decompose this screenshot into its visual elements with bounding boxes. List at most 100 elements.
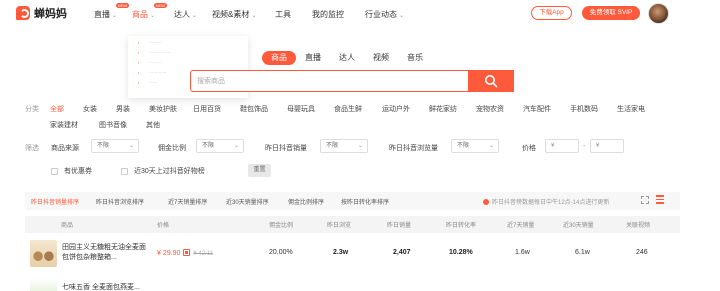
search-button[interactable] bbox=[468, 70, 514, 92]
list-view-icon[interactable] bbox=[656, 195, 664, 206]
category-item[interactable]: 鞋包饰品 bbox=[240, 104, 268, 114]
nav-item-influencers[interactable]: 达人 ⌄ bbox=[174, 9, 197, 20]
category-item[interactable]: 美妆护肤 bbox=[149, 104, 177, 114]
sort-tab[interactable]: 昨日抖音浏览排序 bbox=[96, 197, 144, 206]
column-header[interactable]: 关联视频 bbox=[626, 220, 650, 229]
price-range-dash: - bbox=[583, 143, 586, 150]
logo[interactable]: 蝉妈妈 bbox=[16, 5, 67, 21]
search-tab-influencers[interactable]: 达人 bbox=[330, 51, 364, 65]
grid-view-icon[interactable] bbox=[641, 196, 649, 204]
category-item[interactable]: 食品生鲜 bbox=[334, 104, 362, 114]
product-name[interactable]: 七味五香 全麦面包燕麦... bbox=[62, 283, 148, 291]
column-header[interactable]: 佣金比例 bbox=[269, 220, 293, 229]
filter-label: 筛选 bbox=[25, 145, 39, 152]
views-filter-label: 昨日抖音浏览量 bbox=[389, 145, 438, 152]
nav-item-news[interactable]: 行业动态 ⌄ bbox=[365, 9, 404, 20]
category-label: 分类 bbox=[25, 106, 39, 113]
product-name[interactable]: 田园主义无糖粗无油全麦面包饼包杂粮整箱... bbox=[62, 243, 148, 263]
coupon-checkbox[interactable]: 有优惠券 bbox=[51, 166, 92, 176]
category-item[interactable]: 日用百货 bbox=[193, 104, 221, 114]
category-item[interactable]: 手机数码 bbox=[570, 104, 598, 114]
sort-tab[interactable]: 近7天销量排序 bbox=[168, 197, 207, 206]
category-item[interactable]: 女装 bbox=[83, 104, 97, 114]
table-row[interactable]: 田园主义无糖粗无油全麦面包饼包杂粮整箱... ¥ 29.90 ¥ 42.11 20… bbox=[25, 238, 680, 271]
table-row[interactable]: 七味五香 全麦面包燕麦... bbox=[25, 278, 680, 291]
nav-item-tools[interactable]: 工具 bbox=[275, 9, 291, 20]
top-navbar: 蝉妈妈 直播 ⌄ NEW 商品 ⌄ NEW 达人 ⌄ 视频&素材 ⌄ 工具 我的监控 行… bbox=[0, 0, 720, 28]
views-select[interactable]: 不限 ⌄ bbox=[451, 139, 499, 153]
product-image[interactable] bbox=[30, 240, 57, 267]
search-box bbox=[190, 70, 514, 92]
category-item[interactable]: 生活家电 bbox=[617, 104, 645, 114]
new-badge: NEW bbox=[153, 3, 168, 8]
nav-item-products[interactable]: 商品 ⌄ NEW bbox=[132, 3, 168, 20]
conversion-cell: 10.28% bbox=[449, 249, 473, 256]
nav-item-monitor[interactable]: 我的监控 bbox=[312, 9, 344, 20]
price-cell: ¥ 29.90 ¥ 42.11 bbox=[157, 249, 213, 257]
category-all[interactable]: 全部 bbox=[50, 104, 64, 114]
column-header[interactable]: 昨日转化率 bbox=[446, 220, 476, 229]
column-header: 商品 bbox=[61, 223, 74, 229]
chevron-down-icon: ⌄ bbox=[128, 143, 134, 149]
column-header[interactable]: 昨日销量 bbox=[387, 220, 411, 229]
column-header[interactable]: 昨日浏览 bbox=[327, 220, 351, 229]
sort-tab[interactable]: 近30天销量排序 bbox=[226, 197, 269, 206]
category-item[interactable]: 其他 bbox=[146, 120, 160, 130]
logo-icon bbox=[16, 6, 30, 20]
sort-tab[interactable]: 昨日抖音销量排序 bbox=[31, 197, 79, 206]
category-item[interactable]: 母婴玩具 bbox=[287, 104, 315, 114]
search-type-tabs: 商品 直播 达人 视频 音乐 bbox=[262, 51, 432, 65]
category-item[interactable]: 家装建材 bbox=[50, 120, 78, 130]
search-tab-videos[interactable]: 视频 bbox=[364, 51, 398, 65]
free-svip-button[interactable]: 免费领取 SVIP bbox=[582, 6, 640, 20]
commission-label: 佣金比例 bbox=[158, 145, 186, 152]
search-tab-music[interactable]: 音乐 bbox=[398, 51, 432, 65]
reset-button[interactable]: 重置 bbox=[248, 164, 271, 177]
commission-select[interactable]: 不限 ⌄ bbox=[196, 139, 244, 153]
sales30-cell: 6.1w bbox=[575, 249, 590, 256]
views-cell: 2.3w bbox=[333, 249, 349, 256]
search-icon bbox=[485, 75, 498, 88]
source-label: 商品来源 bbox=[51, 145, 79, 152]
price-min-input[interactable]: ¥ bbox=[545, 139, 579, 153]
category-item[interactable]: 鲜花家纺 bbox=[429, 104, 457, 114]
chevron-down-icon: ⌄ bbox=[233, 143, 239, 149]
search-tab-live[interactable]: 直播 bbox=[296, 51, 330, 65]
category-item[interactable]: 男装 bbox=[116, 104, 130, 114]
avatar[interactable] bbox=[648, 3, 669, 24]
sales-cell: 2,407 bbox=[393, 249, 411, 256]
brand-name: 蝉妈妈 bbox=[34, 8, 67, 20]
sales-select[interactable]: 不限 ⌄ bbox=[320, 139, 368, 153]
search-tab-products[interactable]: 商品 bbox=[262, 51, 296, 65]
current-price: ¥ 29.90 bbox=[157, 250, 181, 257]
chevron-down-icon: ⌄ bbox=[251, 13, 257, 19]
category-item[interactable]: 宠物农资 bbox=[476, 104, 504, 114]
product-image[interactable] bbox=[30, 278, 57, 291]
sort-bar: 昨日抖音销量排序 昨日抖音浏览排序 近7天销量排序 近30天销量排序 佣金比例排… bbox=[25, 192, 680, 210]
download-app-button[interactable]: 下载App bbox=[531, 6, 572, 20]
chevron-down-icon: ⌄ bbox=[150, 13, 156, 19]
price-max-input[interactable]: ¥ bbox=[590, 139, 624, 153]
source-select[interactable]: 不限 ⌄ bbox=[91, 139, 139, 153]
nav-item-videos[interactable]: 视频&素材 ⌄ bbox=[212, 9, 256, 20]
update-note: 昨日抖音榜数据每日中午12点-14点进行更新 bbox=[483, 197, 609, 206]
sort-tab[interactable]: 按昨日转化率排序 bbox=[341, 197, 389, 206]
sort-tab[interactable]: 佣金比例排序 bbox=[288, 197, 324, 206]
commission-cell: 20.00% bbox=[269, 249, 293, 256]
category-item[interactable]: 图书音像 bbox=[99, 120, 127, 130]
checkbox-icon bbox=[121, 167, 128, 175]
nav-item-live[interactable]: 直播 ⌄ NEW bbox=[94, 3, 130, 20]
hot-list-checkbox[interactable]: 近30天上过抖音好物榜 bbox=[121, 166, 205, 176]
chevron-down-icon: ⌄ bbox=[357, 143, 363, 149]
column-header[interactable]: 近30天销量 bbox=[563, 220, 594, 229]
search-input[interactable] bbox=[191, 71, 466, 91]
checkbox-icon bbox=[51, 167, 58, 175]
price-label: 价格 bbox=[522, 145, 536, 152]
new-badge: NEW bbox=[115, 3, 130, 8]
column-header[interactable]: 近7天销量 bbox=[507, 220, 534, 229]
douyin-icon bbox=[183, 249, 191, 256]
chevron-down-icon: ⌄ bbox=[399, 13, 405, 19]
videos-cell: 246 bbox=[636, 249, 648, 256]
category-item[interactable]: 汽车配件 bbox=[523, 104, 551, 114]
category-item[interactable]: 运动户外 bbox=[382, 104, 410, 114]
